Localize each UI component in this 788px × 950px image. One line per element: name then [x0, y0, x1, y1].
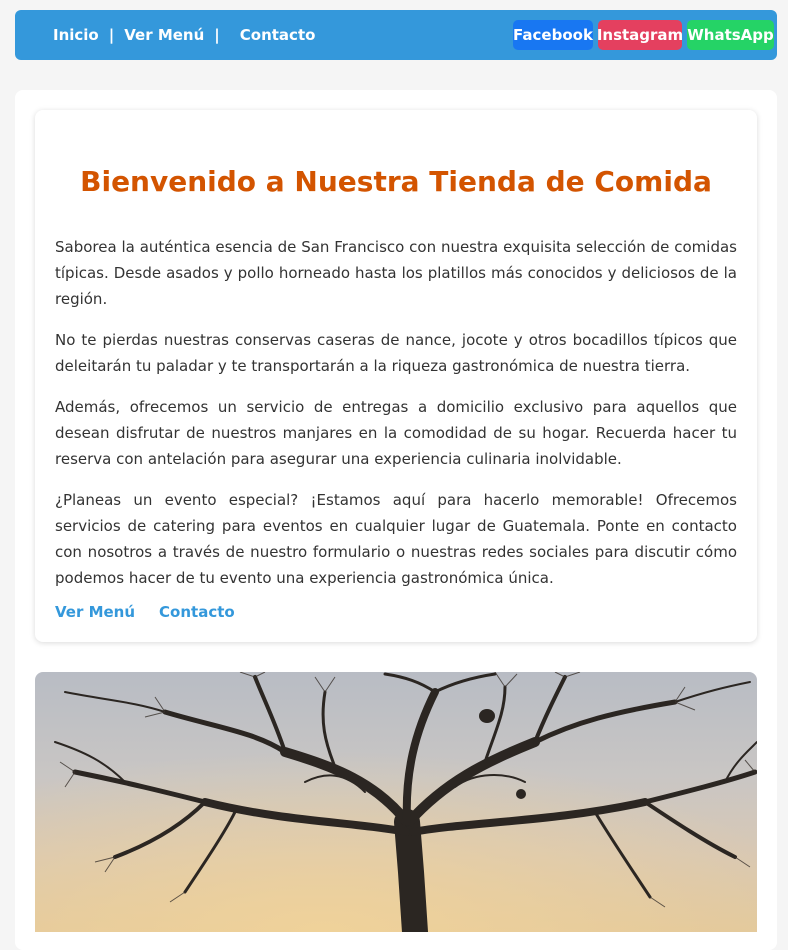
hero-tree-image [35, 672, 757, 932]
social-buttons: Facebook Instagram WhatsApp [513, 20, 774, 50]
nav-links: Inicio | Ver Menú | Contacto [53, 10, 315, 60]
card-links: Ver Menú Contacto [55, 603, 737, 621]
nav-link-ver-menu[interactable]: Ver Menú [124, 26, 204, 44]
tree-silhouette-image [35, 672, 757, 932]
conservas-paragraph: No te pierdas nuestras conservas caseras… [55, 331, 737, 375]
welcome-card: Bienvenido a Nuestra Tienda de Comida Sa… [35, 110, 757, 642]
whatsapp-button[interactable]: WhatsApp [687, 20, 774, 50]
facebook-button[interactable]: Facebook [513, 20, 593, 50]
instagram-button[interactable]: Instagram [597, 20, 683, 50]
main-container: Bienvenido a Nuestra Tienda de Comida Sa… [15, 90, 777, 950]
contacto-link[interactable]: Contacto [159, 603, 235, 621]
nav-link-contacto[interactable]: Contacto [240, 26, 316, 44]
delivery-paragraph: Además, ofrecemos un servicio de entrega… [55, 398, 737, 468]
intro-paragraph: Saborea la auténtica esencia de San Fran… [55, 238, 737, 308]
top-navbar: Inicio | Ver Menú | Contacto Facebook In… [15, 10, 777, 60]
catering-paragraph: ¿Planeas un evento especial? ¡Estamos aq… [55, 491, 737, 587]
nav-link-inicio[interactable]: Inicio [53, 26, 99, 44]
nav-separator: | [214, 26, 220, 44]
ver-menu-link[interactable]: Ver Menú [55, 603, 135, 621]
nav-separator: | [108, 26, 115, 44]
page-title: Bienvenido a Nuestra Tienda de Comida [80, 165, 712, 198]
